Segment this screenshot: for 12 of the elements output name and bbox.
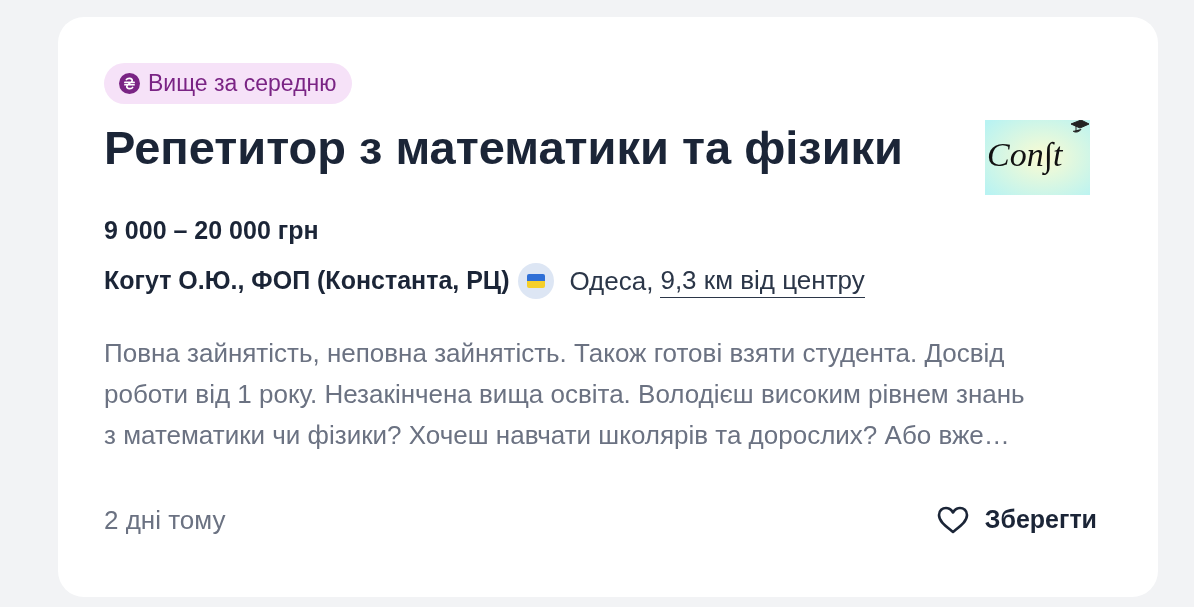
vacancy-description: Повна зайнятість, неповна зайнятість. Також готові взяти студента. Досвід роботи від 1 року. Незакінчена вища освіта. Володієш високим рівнем знань з математики чи фізики? Хочеш навчати школярів та дорослих? Або вже… <box>104 337 1026 452</box>
save-button[interactable]: Зберегти <box>936 497 1112 543</box>
posted-date: 2 дні тому <box>104 503 226 537</box>
distance-link[interactable]: 9,3 км від центру <box>660 264 865 298</box>
company-logo: Con∫t <box>985 120 1090 195</box>
currency-icon <box>119 73 140 94</box>
salary-range: 9 000 – 20 000 грн <box>104 215 320 246</box>
company-name[interactable]: Когут О.Ю., ФОП (Константа, РЦ) <box>104 262 510 300</box>
city-label: Одеса, <box>569 264 654 298</box>
badge-label: Вище за середню <box>148 69 337 99</box>
vacancy-title[interactable]: Репетитор з математики та фізики <box>104 120 903 176</box>
flag-icon <box>518 263 555 299</box>
